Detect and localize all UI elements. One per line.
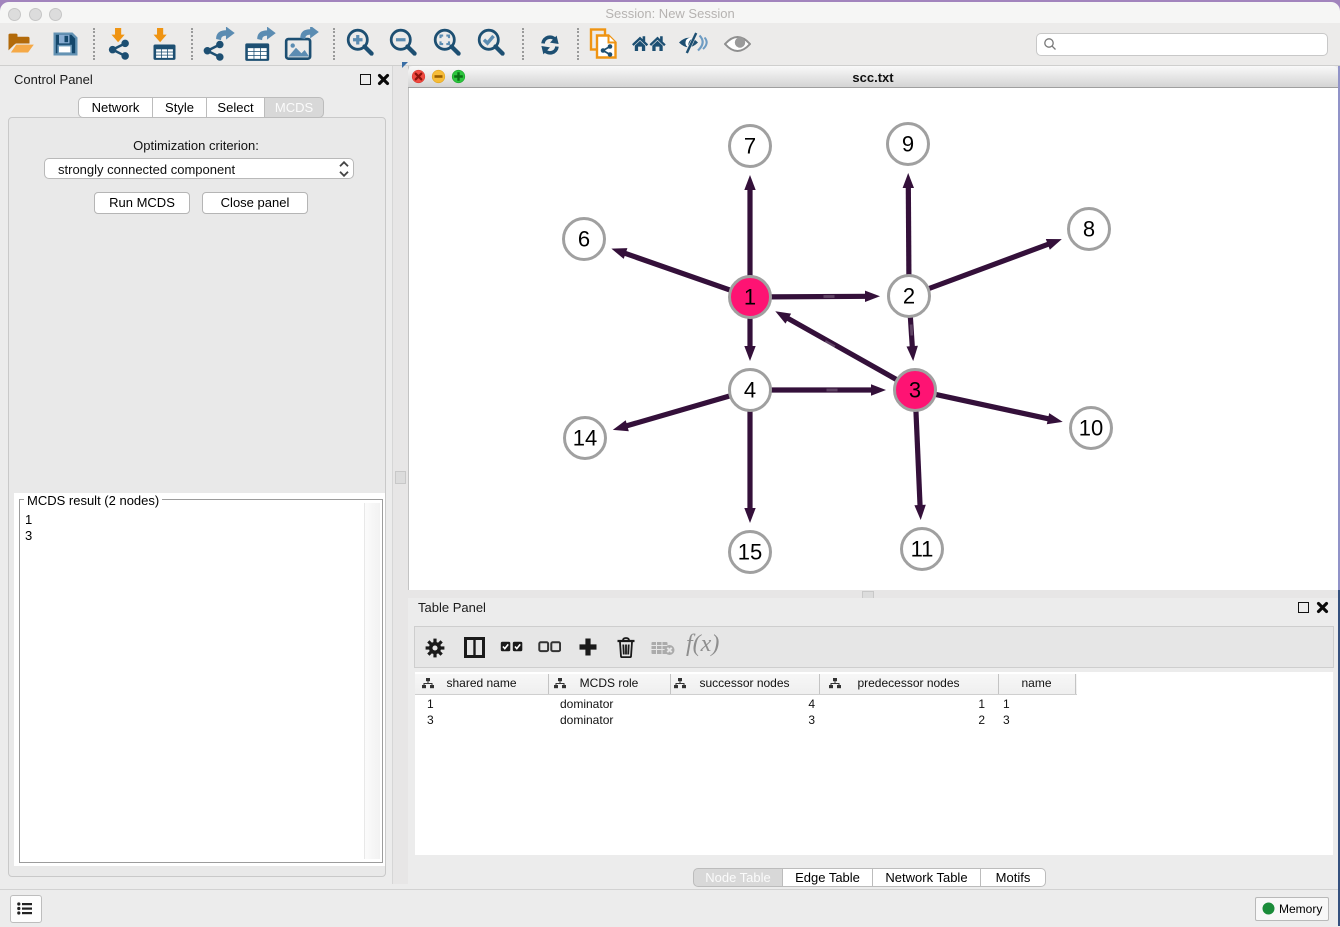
svg-text:10: 10 [1079,416,1103,441]
svg-text:9: 9 [902,132,914,157]
svg-text:4: 4 [744,378,756,403]
svg-text:14: 14 [573,426,597,451]
svg-text:1: 1 [744,285,756,310]
svg-text:2: 2 [903,284,915,309]
svg-text:7: 7 [744,134,756,159]
svg-text:15: 15 [738,540,762,565]
svg-text:11: 11 [911,537,934,562]
svg-text:6: 6 [578,227,590,252]
svg-text:8: 8 [1083,217,1095,242]
svg-text:3: 3 [909,378,921,403]
